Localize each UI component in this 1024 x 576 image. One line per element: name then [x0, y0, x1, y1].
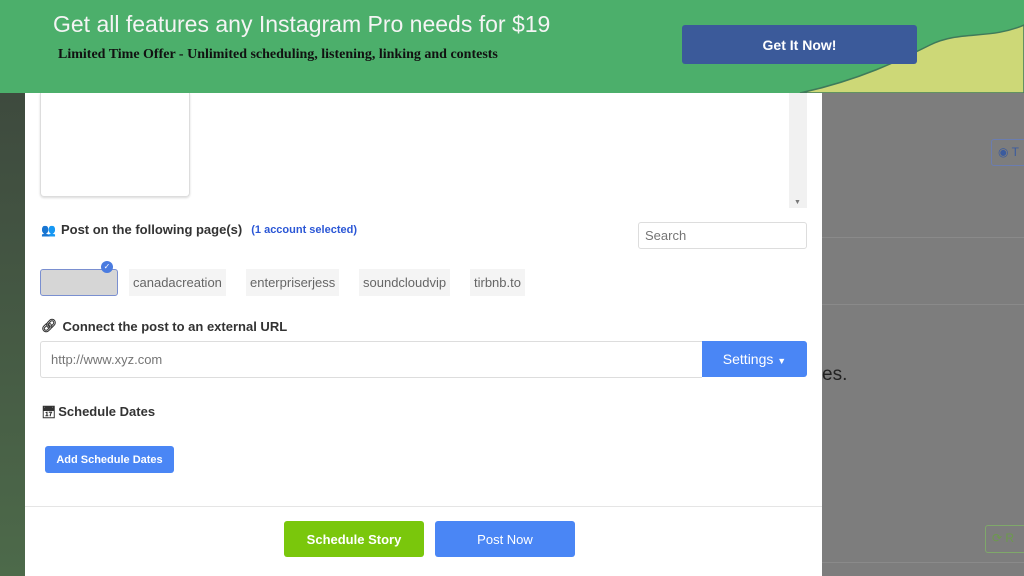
pages-label: 👥 Post on the following page(s) (1 accou…	[41, 222, 357, 237]
account-search-input[interactable]	[638, 222, 807, 249]
external-url-input[interactable]	[40, 341, 702, 378]
selected-count: (1 account selected)	[251, 223, 357, 236]
account-chip[interactable]: tirbnb.to	[470, 269, 525, 296]
background-sidebar	[0, 93, 25, 576]
post-modal: ▼ 👥 Post on the following page(s) (1 acc…	[25, 93, 822, 576]
background-search-button[interactable]: ◉ T	[991, 139, 1024, 166]
account-chip-selected[interactable]	[40, 269, 118, 296]
promo-banner: Get all features any Instagram Pro needs…	[0, 0, 1024, 93]
binoculars-icon: ◉	[998, 145, 1009, 159]
divider	[822, 562, 1024, 563]
background-refresh-button[interactable]: ⟳ R	[985, 525, 1024, 553]
schedule-story-button[interactable]: Schedule Story	[284, 521, 424, 557]
settings-dropdown-button[interactable]: Settings ▼	[702, 341, 807, 377]
scrollbar[interactable]: ▼	[789, 93, 807, 208]
divider	[822, 237, 1024, 238]
account-chip[interactable]: enterpriserjess	[246, 269, 340, 296]
add-schedule-dates-button[interactable]: Add Schedule Dates	[45, 446, 174, 473]
account-chip[interactable]: soundcloudvip	[359, 269, 451, 296]
banner-subtitle: Limited Time Offer - Unlimited schedulin…	[58, 47, 498, 62]
users-icon: 👥	[41, 222, 56, 237]
banner-title: Get all features any Instagram Pro needs…	[53, 11, 551, 37]
account-chip[interactable]: canadacreation	[129, 269, 226, 296]
post-now-button[interactable]: Post Now	[435, 521, 575, 557]
background-text: es.	[822, 364, 848, 385]
scroll-down-icon: ▼	[794, 199, 801, 206]
link-icon: 🔗︎	[41, 318, 58, 333]
media-thumbnail[interactable]	[40, 93, 190, 197]
divider	[25, 506, 822, 507]
check-icon: ✓	[101, 261, 113, 273]
refresh-icon: ⟳	[992, 531, 1003, 545]
get-it-now-button[interactable]: Get It Now!	[682, 25, 917, 64]
calendar-icon: 📅︎	[41, 404, 57, 419]
schedule-label: 📅︎ Schedule Dates	[41, 404, 156, 419]
caret-down-icon: ▼	[777, 356, 787, 366]
divider	[822, 304, 1024, 305]
url-label: 🔗︎ Connect the post to an external URL	[41, 318, 288, 334]
